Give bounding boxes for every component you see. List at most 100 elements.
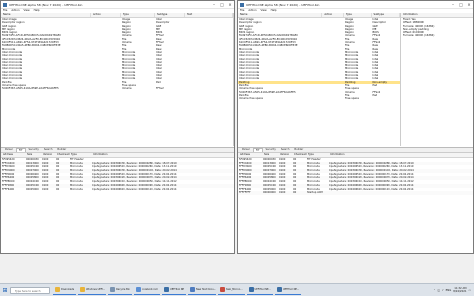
column-header[interactable]: Subtype <box>155 13 185 17</box>
fit-cell-chk: 00 <box>56 187 60 191</box>
taskbar: ⊞ Type here to search Downloads Windows U… <box>0 283 474 296</box>
column-header[interactable]: Checksum <box>55 153 70 157</box>
left-window-title: UEFITool NE alpha 58 (Nov 7 2020) - UEFI… <box>9 2 83 7</box>
column-header[interactable]: Name <box>1 13 91 17</box>
fit-cell-addr: FFFFFFFF <box>239 191 251 195</box>
tree-row-type: Volume <box>122 87 132 91</box>
fit-cell-addr: FFFF6400 <box>2 187 15 191</box>
minimize-icon[interactable]: – <box>449 1 457 8</box>
taskbar-item-label: UEFITool NE <box>169 288 185 291</box>
taskbar-item-label: UEFITool NE... <box>282 288 300 291</box>
fit-cell-ver: 0100 <box>42 187 49 191</box>
close-icon[interactable]: × <box>226 1 234 8</box>
taskbar-item-label: UEFITool NE... <box>254 288 271 291</box>
left-titlebar[interactable]: UEFITool NE alpha 58 (Nov 7 2020) - UEFI… <box>1 1 234 9</box>
taskbar-item[interactable]: New Text Docu... <box>188 285 217 295</box>
taskbar-search-input[interactable]: Type here to search <box>10 286 50 294</box>
tree-row[interactable]: Volume free space Free space <box>238 97 400 100</box>
taskbar-item[interactable]: UEFITool NE... <box>246 285 273 295</box>
taskbar-app-icon <box>248 287 254 292</box>
fit-cell-chk: 00 <box>293 191 297 195</box>
tab-security[interactable]: Security <box>27 148 41 152</box>
taskbar-item[interactable]: UEFITool NE... <box>274 285 302 295</box>
column-header[interactable]: Type <box>306 153 328 157</box>
column-header[interactable]: Address <box>238 153 262 157</box>
column-header[interactable]: Type <box>121 13 155 17</box>
taskbar-item[interactable]: Downloads <box>53 285 77 295</box>
column-header[interactable]: Action <box>91 13 121 17</box>
system-tray: ⌃ ◫ ♪ ENG 11:32 AM 8/24/2021 ▭ <box>433 287 474 293</box>
tree-row-subtype: FFSv2 <box>156 87 164 91</box>
column-header[interactable]: Subtype <box>372 13 400 17</box>
fit-row[interactable]: FFFF6400 00005000 0100 00 Microcode CpuSignat… <box>1 188 234 192</box>
clock[interactable]: 11:32 AM 8/24/2021 <box>453 287 466 293</box>
notification-icon[interactable]: ▭ <box>469 289 471 292</box>
right-fit-table[interactable]: Address Size Version Checksum Type Informatio… <box>238 153 473 253</box>
column-header[interactable]: Size <box>25 153 41 157</box>
column-header[interactable]: Information <box>91 153 211 157</box>
taskbar-app-icon <box>80 287 86 292</box>
tray-up-arrow-icon[interactable]: ⌃ <box>433 289 435 292</box>
left-structure-tree[interactable]: Name Action Type Subtype Text Intel image Ima… <box>1 13 234 146</box>
tab-builder[interactable]: Builder <box>55 148 68 152</box>
taskbar-item-label: Windows UEFI... <box>86 288 106 291</box>
clock-date: 8/24/2021 <box>453 290 467 293</box>
taskbar-app-icon <box>55 287 60 292</box>
left-fit-table[interactable]: Address Size Version Checksum Type Informatio… <box>1 153 234 253</box>
fit-cell-size: 00005000 <box>26 187 39 191</box>
tab-builder[interactable]: Builder <box>292 148 305 152</box>
taskbar-app-icon <box>110 287 116 292</box>
fit-row[interactable]: FFFFFFFF 00000000 0100 00 Startup ACM <box>238 191 473 195</box>
app-icon <box>240 2 244 7</box>
fit-cell-size: 00000000 <box>263 191 276 195</box>
tree-row-type: Free space <box>345 97 359 101</box>
column-header[interactable]: Address <box>1 153 25 157</box>
tab-search[interactable]: Search <box>42 148 55 152</box>
taskbar-item-label: Downloads <box>61 288 75 291</box>
tab-fit[interactable]: FIT <box>252 148 263 152</box>
taskbar-item-label: Recycle Bin <box>116 288 130 291</box>
network-icon[interactable]: ◫ <box>438 289 440 292</box>
taskbar-item[interactable]: Recycle Bin <box>108 285 132 295</box>
taskbar-item-label: task_Micron... <box>226 288 243 291</box>
fit-cell-ver: 0100 <box>279 191 286 195</box>
column-header[interactable]: Size <box>262 153 278 157</box>
minimize-icon[interactable]: – <box>210 1 218 8</box>
info-line: Full size: 4000h (16384) <box>403 34 435 38</box>
windows-start-icon[interactable]: ⊞ <box>0 284 10 296</box>
taskbar-app-icon <box>220 287 226 292</box>
tab-fit[interactable]: FIT <box>15 148 26 152</box>
column-header[interactable]: Version <box>278 153 292 157</box>
right-window-title: UEFITool NE alpha 58 (Nov 7 2020) - UEFI… <box>246 2 320 7</box>
column-header[interactable]: Checksum <box>292 153 307 157</box>
tree-row[interactable]: 5C60F367-A505-419A-859E-2A4FF6CA6FE5 Volu… <box>1 87 233 90</box>
maximize-icon[interactable]: □ <box>457 1 465 8</box>
taskbar-app-icon <box>190 287 196 292</box>
tab-search[interactable]: Search <box>279 148 292 152</box>
fit-cell-info: CpuSignature: 00040661h, Revision: 00000… <box>92 187 177 191</box>
taskbar-item[interactable]: UEFITool NE <box>161 285 187 295</box>
tab-parser[interactable]: Parser <box>3 148 15 152</box>
taskbar-item[interactable]: Windows UEFI... <box>78 285 107 295</box>
language-indicator[interactable]: ENG <box>446 289 452 292</box>
tab-parser[interactable]: Parser <box>240 148 252 152</box>
taskbar-app-icon <box>163 287 169 292</box>
taskbar-item[interactable]: task_Micron... <box>218 285 245 295</box>
column-header[interactable]: Text <box>185 13 233 17</box>
maximize-icon[interactable]: □ <box>218 1 226 8</box>
column-header[interactable]: Type <box>344 13 372 17</box>
column-header[interactable]: Information <box>328 153 448 157</box>
right-titlebar[interactable]: UEFITool NE alpha 58 (Nov 7 2020) - UEFI… <box>238 1 473 9</box>
column-header[interactable]: Type <box>69 153 91 157</box>
right-structure-tree[interactable]: Name Action Type Subtype Intel image Image In… <box>238 13 401 146</box>
tree-row-name: Volume free space <box>239 97 264 101</box>
close-icon[interactable]: × <box>465 1 473 8</box>
column-header[interactable]: Name <box>238 13 323 17</box>
right-uefitool-window: UEFITool NE alpha 58 (Nov 7 2020) - UEFI… <box>237 0 474 254</box>
taskbar-item[interactable]: coreboot.rom <box>133 285 160 295</box>
column-header[interactable]: Version <box>41 153 55 157</box>
taskbar-app-icon <box>135 287 141 292</box>
column-header[interactable]: Action <box>322 13 344 17</box>
tab-security[interactable]: Security <box>264 148 278 152</box>
volume-icon[interactable]: ♪ <box>442 289 444 292</box>
